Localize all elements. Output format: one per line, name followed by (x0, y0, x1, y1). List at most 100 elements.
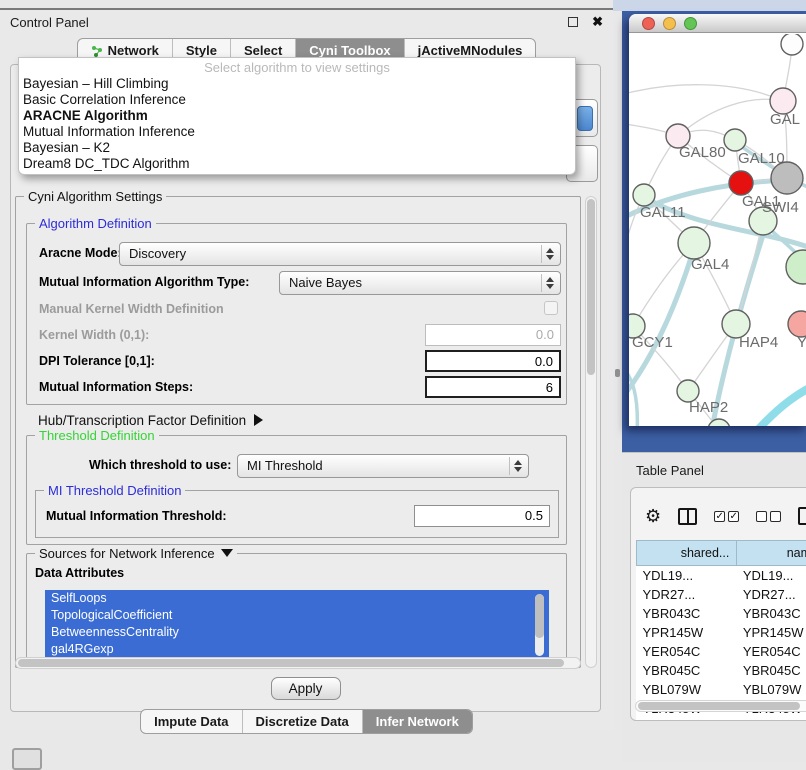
table-cell[interactable]: YPR145W (737, 623, 806, 642)
combo-spinner-fragment (577, 106, 593, 131)
deselect-all-checkboxes-icon[interactable] (756, 511, 781, 522)
attribute-item[interactable]: BetweennessCentrality (45, 624, 549, 641)
spinner-icon (541, 245, 558, 263)
kernel-width-input[interactable]: 0.0 (425, 324, 561, 346)
network-canvas[interactable]: GALGAL80GAL10GAL1GAL11SWI4GAL4GCY1HAP4YH… (629, 34, 806, 426)
dropdown-item[interactable]: Basic Correlation Inference (19, 92, 575, 108)
apply-button[interactable]: Apply (271, 677, 341, 700)
table-cell[interactable]: YBL079W (637, 680, 737, 699)
network-view-window: GALGAL80GAL10GAL1GAL11SWI4GAL4GCY1HAP4YH… (629, 14, 806, 426)
tab-impute-data[interactable]: Impute Data (141, 710, 242, 733)
mi-threshold-input[interactable]: 0.5 (414, 505, 550, 527)
which-threshold-label: Which threshold to use: (89, 458, 231, 472)
settings-horizontal-scrollbar[interactable] (15, 657, 581, 669)
algorithm-dropdown-placeholder: Select algorithm to view settings (19, 59, 575, 76)
node-label: GCY1 (632, 334, 673, 351)
sources-group: Sources for Network Inference Data Attri… (26, 553, 567, 665)
which-threshold-select[interactable]: MI Threshold (237, 454, 529, 478)
column-header[interactable]: name (737, 541, 806, 566)
table-row[interactable]: YPR145WYPR145W9. (637, 623, 806, 642)
network-window-titlebar (629, 14, 806, 33)
table-row[interactable]: YBR043CYBR043C (637, 604, 806, 623)
column-header[interactable]: shared... (637, 541, 737, 566)
spinner-icon (509, 457, 526, 475)
table-row[interactable]: YIL052CYIL052C9 (637, 718, 806, 722)
table-cell[interactable]: YER054C (737, 642, 806, 661)
table-panel: ⚙ ✓✓ shared...name YDL19...YDL19...13YDR… (630, 487, 806, 721)
table-cell[interactable]: YDL19... (737, 566, 806, 585)
network-node-gal11[interactable] (633, 184, 655, 206)
algorithm-dropdown-popup: Select algorithm to view settings Bayesi… (18, 57, 576, 175)
table-cell[interactable]: YBR045C (637, 661, 737, 680)
columns-icon[interactable] (678, 508, 697, 525)
control-panel-titlebar: Control Panel ✖ (0, 10, 613, 34)
document-icon[interactable] (798, 507, 806, 525)
minimized-panel-icon[interactable] (12, 748, 42, 770)
table-row[interactable]: YDL19...YDL19...13 (637, 566, 806, 585)
table-cell[interactable]: YBL079W (737, 680, 806, 699)
close-traffic-light[interactable] (642, 17, 655, 30)
dropdown-item[interactable]: Bayesian – Hill Climbing (19, 76, 575, 92)
network-node-gal1[interactable] (729, 171, 753, 195)
window-title: Control Panel (10, 15, 89, 30)
network-node-gal4[interactable] (678, 227, 710, 259)
attribute-item[interactable]: TopologicalCoefficient (45, 607, 549, 624)
network-node[interactable] (781, 34, 803, 55)
dropdown-item[interactable]: Dream8 DC_TDC Algorithm (19, 156, 575, 172)
zoom-traffic-light[interactable] (684, 17, 697, 30)
attributes-scrollbar[interactable] (535, 594, 544, 656)
table-cell[interactable]: YDR27... (637, 585, 737, 604)
hub-definition-label: Hub/Transcription Factor Definition (38, 413, 246, 428)
network-node[interactable] (771, 162, 803, 194)
network-node[interactable] (786, 250, 806, 284)
close-icon[interactable]: ✖ (592, 14, 603, 30)
table-cell[interactable]: YBR045C (737, 661, 806, 680)
attribute-item[interactable]: gal4RGexp (45, 641, 549, 658)
dropdown-item[interactable]: Mutual Information Inference (19, 124, 575, 140)
mi-steps-input[interactable]: 6 (425, 376, 561, 398)
tab-discretize-data[interactable]: Discretize Data (243, 710, 363, 733)
manual-kernel-checkbox[interactable] (544, 301, 558, 315)
splitpane-handle[interactable] (615, 369, 620, 377)
float-window-icon[interactable] (568, 17, 578, 27)
table-cell[interactable]: YBR043C (737, 604, 806, 623)
threshold-definition-group: Threshold Definition Which threshold to … (26, 435, 567, 545)
table-toolbar: ⚙ ✓✓ (631, 488, 806, 532)
table-cell[interactable]: YER054C (637, 642, 737, 661)
spinner-icon (541, 274, 558, 292)
attribute-item[interactable]: SelfLoops (45, 590, 549, 607)
table-cell[interactable]: YIL052C (637, 718, 737, 722)
dropdown-item[interactable]: Bayesian – K2 (19, 140, 575, 156)
table-panel-section: Table Panel ⚙ ✓✓ shared...name YDL19...Y… (622, 452, 806, 762)
table-cell[interactable]: YIL052C (737, 718, 806, 722)
tab-label: Select (244, 43, 282, 58)
dpi-tolerance-input[interactable]: 0.0 (425, 350, 561, 372)
node-label: GAL11 (640, 204, 686, 221)
tab-infer-network[interactable]: Infer Network (363, 710, 472, 733)
aracne-mode-select[interactable]: Discovery (119, 242, 561, 266)
table-row[interactable]: YDR27...YDR27...12 (637, 585, 806, 604)
settings-vertical-scrollbar[interactable] (585, 196, 597, 668)
table-cell[interactable]: YPR145W (637, 623, 737, 642)
tab-label: Discretize Data (256, 714, 349, 729)
node-label: HAP4 (739, 334, 778, 351)
table-horizontal-scrollbar[interactable] (635, 700, 806, 712)
select-all-checkboxes-icon[interactable]: ✓✓ (714, 511, 739, 522)
table-row[interactable]: YER054CYER054C8. (637, 642, 806, 661)
table-row[interactable]: YBL079WYBL079W (637, 680, 806, 699)
hub-definition-expander[interactable]: Hub/Transcription Factor Definition (38, 413, 263, 428)
dropdown-item[interactable]: ARACNE Algorithm (19, 108, 575, 124)
table-row[interactable]: YBR045CYBR045C9. (637, 661, 806, 680)
sources-legend-label: Sources for Network Inference (39, 546, 215, 561)
table-cell[interactable]: YDR27... (737, 585, 806, 604)
table-cell[interactable]: YDL19... (637, 566, 737, 585)
sources-legend[interactable]: Sources for Network Inference (35, 546, 237, 561)
kernel-width-value: 0.0 (536, 327, 554, 342)
aracne-mode-label: Aracne Mode: (39, 246, 122, 260)
node-attribute-table: shared...name YDL19...YDL19...13YDR27...… (636, 540, 806, 721)
gear-icon[interactable]: ⚙ (645, 507, 661, 525)
network-node-gal10[interactable] (724, 129, 746, 151)
mi-algorithm-type-select[interactable]: Naive Bayes (279, 271, 561, 295)
minimize-traffic-light[interactable] (663, 17, 676, 30)
table-cell[interactable]: YBR043C (637, 604, 737, 623)
